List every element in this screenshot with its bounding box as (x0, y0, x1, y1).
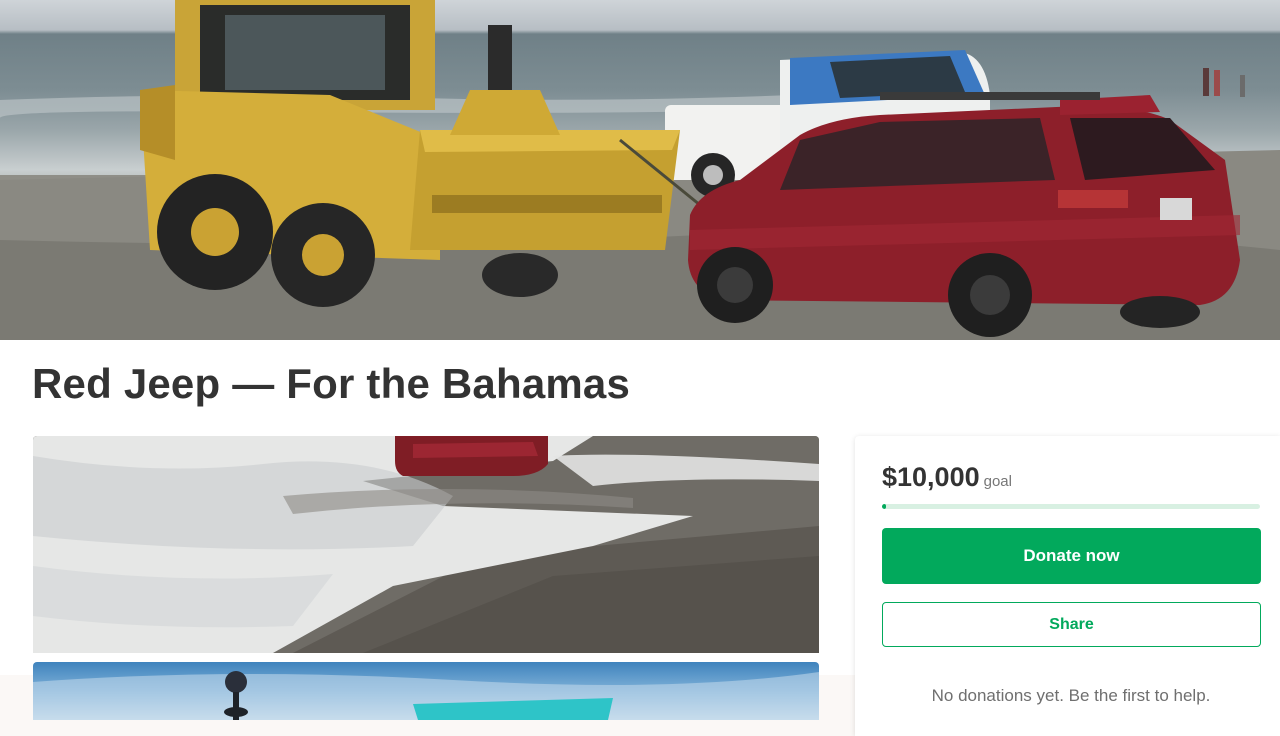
hero-image (0, 0, 1280, 340)
goal-label: goal (983, 473, 1012, 490)
progress-bar-fill (882, 504, 886, 509)
goal-amount: $10,000 (882, 462, 980, 492)
share-button[interactable]: Share (882, 602, 1261, 647)
no-donations-message: No donations yet. Be the first to help. (931, 686, 1211, 705)
campaign-photo-secondary (33, 662, 819, 720)
donation-card: $10,000 goal Donate now Share No donation… (855, 436, 1280, 736)
progress-bar (882, 504, 1260, 509)
campaign-photo (33, 436, 819, 653)
campaign-title: Red Jeep — For the Bahamas (32, 360, 631, 407)
donate-now-button[interactable]: Donate now (882, 528, 1261, 584)
goal-row: $10,000 goal (882, 462, 1012, 493)
